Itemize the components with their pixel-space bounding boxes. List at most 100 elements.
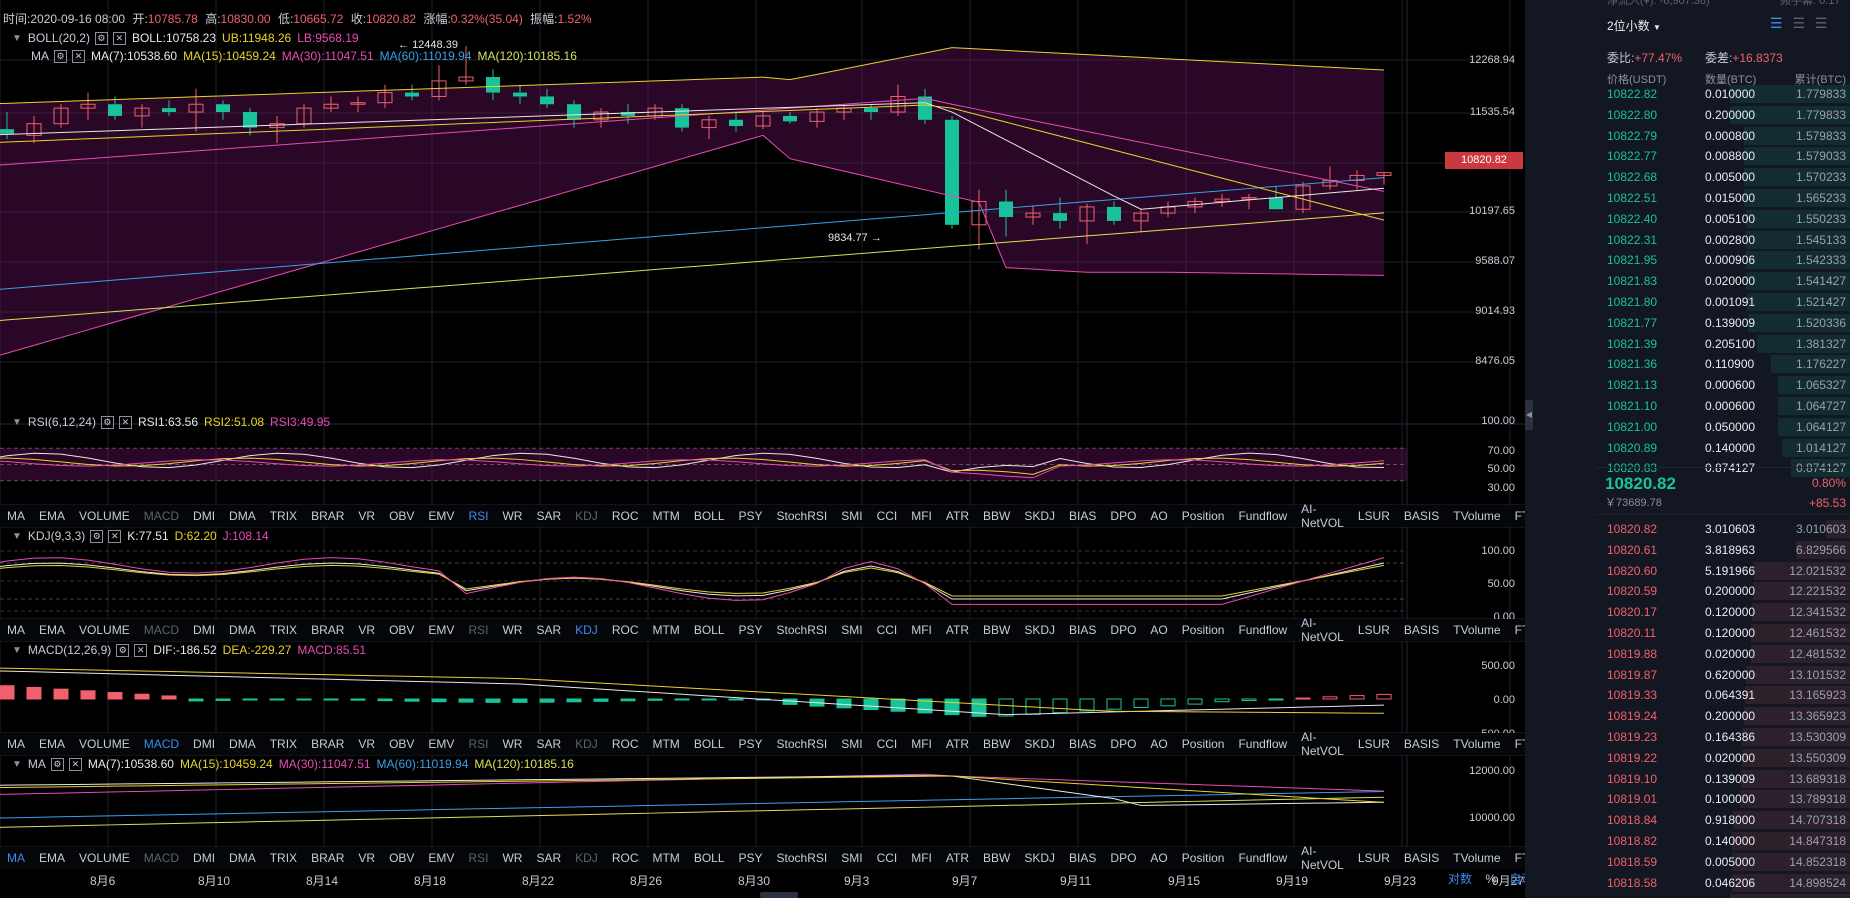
- indicator-tab-roc[interactable]: ROC: [605, 851, 646, 865]
- indicator-tab-ai-netvol[interactable]: AI-NetVOL: [1294, 730, 1351, 758]
- indicator-tab-atr[interactable]: ATR: [939, 623, 976, 637]
- orderbook-row[interactable]: 10822.31 0.002800 1.545133: [1595, 230, 1850, 250]
- orderbook-row[interactable]: 10821.95 0.000906 1.542333: [1595, 250, 1850, 270]
- indicator-tab-smi[interactable]: SMI: [834, 851, 869, 865]
- indicator-tab-ma[interactable]: MA: [0, 851, 32, 865]
- indicator-tab-trix[interactable]: TRIX: [263, 851, 304, 865]
- indicator-tab-dma[interactable]: DMA: [222, 737, 263, 751]
- indicator-tab-obv[interactable]: OBV: [382, 509, 421, 523]
- indicator-tab-psy[interactable]: PSY: [732, 851, 770, 865]
- orderbook-row[interactable]: 10819.01 0.100000 13.789318: [1595, 789, 1850, 809]
- indicator-tab-smi[interactable]: SMI: [834, 737, 869, 751]
- indicator-tab-emv[interactable]: EMV: [421, 623, 461, 637]
- indicator-tab-ma[interactable]: MA: [0, 737, 32, 751]
- indicator-tab-basis[interactable]: BASIS: [1397, 509, 1446, 523]
- indicator-tab-psy[interactable]: PSY: [732, 737, 770, 751]
- indicator-tab-bbw[interactable]: BBW: [976, 851, 1017, 865]
- close-icon[interactable]: ✕: [118, 415, 132, 429]
- orderbook-row[interactable]: 10818.82 0.140000 14.847318: [1595, 831, 1850, 851]
- indicator-tab-kdj[interactable]: KDJ: [568, 851, 605, 865]
- indicator-tab-emv[interactable]: EMV: [421, 851, 461, 865]
- indicator-tab-dma[interactable]: DMA: [222, 623, 263, 637]
- orderbook-row[interactable]: 10820.17 0.120000 12.341532: [1595, 602, 1850, 622]
- indicator-tab-cci[interactable]: CCI: [870, 737, 905, 751]
- indicator-tab-brar[interactable]: BRAR: [304, 737, 351, 751]
- collapse-chevron-icon[interactable]: ▼: [12, 33, 22, 44]
- indicator-tab-skdj[interactable]: SKDJ: [1017, 509, 1062, 523]
- indicator-tab-wr[interactable]: WR: [495, 623, 529, 637]
- layout-asks-icon[interactable]: ☰: [1815, 15, 1828, 31]
- indicator-tab-lsur[interactable]: LSUR: [1351, 509, 1397, 523]
- indicator-tab-bias[interactable]: BIAS: [1062, 509, 1103, 523]
- indicator-tab-volume[interactable]: VOLUME: [72, 623, 137, 637]
- indicator-tab-kdj[interactable]: KDJ: [568, 737, 605, 751]
- indicator-tab-boll[interactable]: BOLL: [687, 851, 732, 865]
- orderbook-row[interactable]: 10820.11 0.120000 12.461532: [1595, 623, 1850, 643]
- indicator-tab-fundflow[interactable]: Fundflow: [1231, 737, 1294, 751]
- indicator-tab-lsur[interactable]: LSUR: [1351, 623, 1397, 637]
- indicator-tab-mfi[interactable]: MFI: [904, 623, 939, 637]
- indicator-tab-position[interactable]: Position: [1175, 851, 1232, 865]
- indicator-tab-skdj[interactable]: SKDJ: [1017, 737, 1062, 751]
- indicator-tab-boll[interactable]: BOLL: [687, 509, 732, 523]
- orderbook-row[interactable]: 10821.39 0.205100 1.381327: [1595, 334, 1850, 354]
- orderbook-row[interactable]: 10820.60 5.191966 12.021532: [1595, 561, 1850, 581]
- orderbook-row[interactable]: 10819.10 0.139009 13.689318: [1595, 769, 1850, 789]
- percent-scale-toggle[interactable]: %: [1485, 872, 1496, 886]
- orderbook-row[interactable]: 10822.77 0.008800 1.579033: [1595, 146, 1850, 166]
- indicator-tab-stochrsi[interactable]: StochRSI: [770, 623, 835, 637]
- indicator-tab-bias[interactable]: BIAS: [1062, 623, 1103, 637]
- indicator-tab-stochrsi[interactable]: StochRSI: [770, 509, 835, 523]
- indicator-tab-wr[interactable]: WR: [495, 737, 529, 751]
- indicator-tab-obv[interactable]: OBV: [382, 623, 421, 637]
- indicator-tab-vr[interactable]: VR: [351, 623, 382, 637]
- indicator-tab-atr[interactable]: ATR: [939, 509, 976, 523]
- indicator-tab-volume[interactable]: VOLUME: [72, 509, 137, 523]
- indicator-tab-ma[interactable]: MA: [0, 623, 32, 637]
- indicator-tab-psy[interactable]: PSY: [732, 623, 770, 637]
- orderbook-row[interactable]: 10821.36 0.110900 1.176227: [1595, 354, 1850, 374]
- indicator-tab-mfi[interactable]: MFI: [904, 851, 939, 865]
- indicator-tab-cci[interactable]: CCI: [870, 623, 905, 637]
- indicator-tab-psy[interactable]: PSY: [732, 509, 770, 523]
- indicator-tab-brar[interactable]: BRAR: [304, 851, 351, 865]
- indicator-tab-rsi[interactable]: RSI: [461, 509, 495, 523]
- indicator-tab-mfi[interactable]: MFI: [904, 509, 939, 523]
- indicator-tab-trix[interactable]: TRIX: [263, 509, 304, 523]
- indicator-tab-bbw[interactable]: BBW: [976, 737, 1017, 751]
- indicator-tab-vr[interactable]: VR: [351, 509, 382, 523]
- orderbook-row[interactable]: 10822.80 0.200000 1.779833: [1595, 105, 1850, 125]
- orderbook-row[interactable]: 10821.10 0.000600 1.064727: [1595, 396, 1850, 416]
- indicator-tab-ema[interactable]: EMA: [32, 509, 72, 523]
- indicator-tab-dmi[interactable]: DMI: [186, 509, 222, 523]
- indicator-tab-dmi[interactable]: DMI: [186, 623, 222, 637]
- indicator-tab-vr[interactable]: VR: [351, 851, 382, 865]
- indicator-tab-wr[interactable]: WR: [495, 851, 529, 865]
- indicator-tab-mtm[interactable]: MTM: [645, 509, 686, 523]
- indicator-tab-roc[interactable]: ROC: [605, 737, 646, 751]
- indicator-tab-boll[interactable]: BOLL: [687, 737, 732, 751]
- indicator-tab-dmi[interactable]: DMI: [186, 737, 222, 751]
- close-icon[interactable]: ✕: [72, 49, 85, 63]
- indicator-tab-boll[interactable]: BOLL: [687, 623, 732, 637]
- indicator-tab-ao[interactable]: AO: [1143, 851, 1174, 865]
- close-icon[interactable]: ✕: [134, 643, 148, 657]
- indicator-tab-roc[interactable]: ROC: [605, 509, 646, 523]
- orderbook-row[interactable]: 10820.59 0.200000 12.221532: [1595, 581, 1850, 601]
- indicator-tab-wr[interactable]: WR: [495, 509, 529, 523]
- panel-divider[interactable]: ◀: [1525, 0, 1595, 898]
- close-icon[interactable]: ✕: [68, 757, 82, 771]
- indicator-tab-ai-netvol[interactable]: AI-NetVOL: [1294, 616, 1351, 644]
- orderbook-row[interactable]: 10819.33 0.064391 13.165923: [1595, 685, 1850, 705]
- indicator-tab-emv[interactable]: EMV: [421, 509, 461, 523]
- indicator-tab-vr[interactable]: VR: [351, 737, 382, 751]
- indicator-tab-rsi[interactable]: RSI: [461, 623, 495, 637]
- indicator-tab-ao[interactable]: AO: [1143, 509, 1174, 523]
- indicator-tab-lsur[interactable]: LSUR: [1351, 737, 1397, 751]
- indicator-tab-stochrsi[interactable]: StochRSI: [770, 737, 835, 751]
- close-icon[interactable]: ✕: [112, 31, 126, 45]
- indicator-tab-dpo[interactable]: DPO: [1103, 623, 1143, 637]
- orderbook-row[interactable]: 10819.87 0.620000 13.101532: [1595, 665, 1850, 685]
- orderbook-row[interactable]: 10821.80 0.001091 1.521427: [1595, 292, 1850, 312]
- indicator-tab-macd[interactable]: MACD: [137, 623, 186, 637]
